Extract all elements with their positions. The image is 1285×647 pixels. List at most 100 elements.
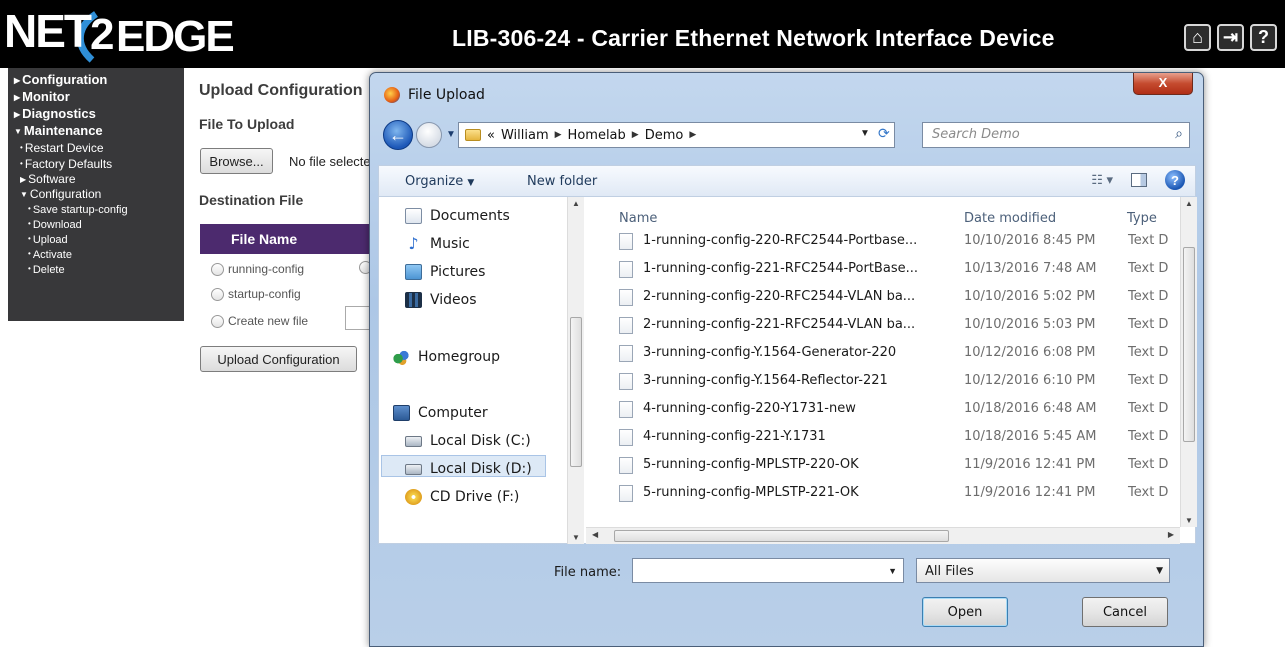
radio-startup-config[interactable]: startup-config xyxy=(211,287,301,301)
change-view-icon[interactable]: ☷ ▾ xyxy=(1091,172,1113,188)
collapsed-arrow-icon: ▶ xyxy=(14,110,21,119)
nav-label: Configuration xyxy=(22,72,108,87)
scroll-down-icon[interactable]: ▼ xyxy=(1185,516,1193,525)
chevron-down-icon[interactable]: ▼ xyxy=(1156,566,1163,576)
file-date: 10/10/2016 5:03 PM xyxy=(964,317,1096,332)
nav-videos[interactable]: Videos xyxy=(405,292,477,308)
text-file-icon xyxy=(619,373,633,390)
nav-item-maintenance[interactable]: ▼ Maintenance xyxy=(14,123,184,140)
breadcrumb-william[interactable]: William xyxy=(501,128,549,143)
nav-item-diagnostics[interactable]: ▶ Diagnostics xyxy=(14,106,184,123)
history-dropdown-icon[interactable]: ▼ xyxy=(446,129,456,140)
nav-item-delete[interactable]: • Delete xyxy=(14,262,184,277)
new-folder-button[interactable]: New folder xyxy=(527,174,597,189)
file-list-vertical-scrollbar[interactable]: ▲ ▼ xyxy=(1180,197,1197,527)
nav-music[interactable]: ♪ Music xyxy=(405,236,469,253)
nav-local-disk-c[interactable]: Local Disk (C:) xyxy=(405,433,531,449)
nav-item-configuration[interactable]: ▶ Configuration xyxy=(14,72,184,89)
firefox-icon xyxy=(384,87,400,103)
nav-computer[interactable]: Computer xyxy=(393,405,488,421)
address-dropdown-icon[interactable]: ▼ xyxy=(860,128,870,139)
file-type-filter[interactable]: All Files ▼ xyxy=(916,558,1170,583)
scroll-down-icon[interactable]: ▼ xyxy=(572,533,580,542)
forward-arrow-icon[interactable] xyxy=(416,122,442,148)
chevron-down-icon[interactable]: ▼ xyxy=(888,566,897,576)
nav-item-save-startup-config[interactable]: • Save startup-config xyxy=(14,202,184,217)
help-icon[interactable]: ? xyxy=(1250,24,1277,51)
scroll-right-icon[interactable]: ▶ xyxy=(1168,530,1174,539)
home-icon[interactable]: ⌂ xyxy=(1184,24,1211,51)
search-icon[interactable]: ⌕ xyxy=(1175,126,1183,142)
help-icon[interactable]: ? xyxy=(1165,170,1185,190)
nav-documents[interactable]: Documents xyxy=(405,208,510,224)
nav-item-monitor[interactable]: ▶ Monitor xyxy=(14,89,184,106)
open-button[interactable]: Open xyxy=(922,597,1008,627)
back-arrow-icon[interactable]: ← xyxy=(383,120,413,150)
file-row[interactable]: 3-running-config-Y.1564-Generator-220 10/… xyxy=(619,341,1174,369)
upload-configuration-button[interactable]: Upload Configuration xyxy=(200,346,357,372)
text-file-icon xyxy=(619,317,633,334)
nav-homegroup[interactable]: Homegroup xyxy=(393,349,500,365)
breadcrumb-arrow-icon[interactable]: ▶ xyxy=(689,130,696,140)
scroll-thumb[interactable] xyxy=(1183,247,1195,442)
breadcrumb-overflow[interactable]: « xyxy=(487,128,495,143)
disk-icon xyxy=(405,435,422,447)
breadcrumb-homelab[interactable]: Homelab xyxy=(568,128,626,143)
preview-pane-icon[interactable] xyxy=(1131,173,1147,187)
text-file-icon xyxy=(619,485,633,502)
filter-value: All Files xyxy=(925,564,974,579)
nav-label: Configuration xyxy=(29,187,102,201)
file-row[interactable]: 4-running-config-220-Y1731-new 10/18/2016… xyxy=(619,397,1174,425)
breadcrumb-arrow-icon[interactable]: ▶ xyxy=(555,130,562,140)
scroll-up-icon[interactable]: ▲ xyxy=(1185,199,1193,208)
breadcrumb-arrow-icon[interactable]: ▶ xyxy=(632,130,639,140)
text-file-icon xyxy=(619,261,633,278)
nav-local-disk-d[interactable]: Local Disk (D:) xyxy=(405,461,532,477)
file-row[interactable]: 2-running-config-221-RFC2544-VLAN ba... 1… xyxy=(619,313,1174,341)
nav-item-download[interactable]: • Download xyxy=(14,217,184,232)
close-button[interactable]: X xyxy=(1133,73,1193,95)
refresh-icon[interactable]: ⟳ xyxy=(878,125,890,142)
file-row[interactable]: 1-running-config-221-RFC2544-PortBase...… xyxy=(619,257,1174,285)
radio-running-config[interactable]: running-config xyxy=(211,262,304,276)
cancel-button[interactable]: Cancel xyxy=(1082,597,1168,627)
expanded-arrow-icon: ▼ xyxy=(20,190,28,199)
file-row[interactable]: 1-running-config-220-RFC2544-Portbase...… xyxy=(619,229,1174,257)
radio-button[interactable] xyxy=(211,287,224,301)
file-name-input[interactable]: ▼ xyxy=(632,558,904,583)
column-name[interactable]: Name xyxy=(619,211,657,226)
nav-pane-scrollbar[interactable]: ▲ ▼ xyxy=(567,197,584,544)
scroll-left-icon[interactable]: ◀ xyxy=(592,530,598,539)
nav-item-activate[interactable]: • Activate xyxy=(14,247,184,262)
radio-create-new-file[interactable]: Create new file xyxy=(211,314,308,328)
bullet-icon: • xyxy=(20,159,23,168)
column-date-modified[interactable]: Date modified xyxy=(964,211,1056,226)
file-row[interactable]: 5-running-config-MPLSTP-220-OK 11/9/2016 … xyxy=(619,453,1174,481)
nav-item-configuration-sub[interactable]: ▼ Configuration xyxy=(14,187,184,202)
breadcrumb-demo[interactable]: Demo xyxy=(645,128,684,143)
scroll-up-icon[interactable]: ▲ xyxy=(572,199,580,208)
file-row[interactable]: 4-running-config-221-Y.1731 10/18/2016 5:… xyxy=(619,425,1174,453)
address-bar[interactable]: « William ▶ Homelab ▶ Demo ▶ xyxy=(458,122,895,148)
file-list-horizontal-scrollbar[interactable]: ◀ ▶ xyxy=(586,527,1180,544)
radio-button[interactable] xyxy=(211,262,224,276)
nav-pictures[interactable]: Pictures xyxy=(405,264,485,280)
nav-item-upload[interactable]: • Upload xyxy=(14,232,184,247)
file-row[interactable]: 2-running-config-220-RFC2544-VLAN ba... 1… xyxy=(619,285,1174,313)
scroll-thumb[interactable] xyxy=(614,530,949,542)
nav-item-factory-defaults[interactable]: • Factory Defaults xyxy=(14,156,184,172)
nav-item-software[interactable]: ▶ Software xyxy=(14,172,184,187)
browse-button[interactable]: Browse... xyxy=(200,148,273,174)
organize-menu[interactable]: Organize ▼ xyxy=(405,174,474,189)
search-input[interactable]: Search Demo ⌕ xyxy=(922,122,1190,148)
column-type[interactable]: Type xyxy=(1127,211,1157,226)
file-row[interactable]: 3-running-config-Y.1564-Reflector-221 10/… xyxy=(619,369,1174,397)
file-row[interactable]: 5-running-config-MPLSTP-221-OK 11/9/2016 … xyxy=(619,481,1174,509)
logout-icon[interactable]: ⇥ xyxy=(1217,24,1244,51)
nav-cd-drive-f[interactable]: CD Drive (F:) xyxy=(405,489,519,505)
logo-edge-text: EDGE xyxy=(116,12,235,61)
nav-item-restart-device[interactable]: • Restart Device xyxy=(14,140,184,156)
nav-label: Download xyxy=(32,219,82,231)
radio-button[interactable] xyxy=(211,314,224,328)
scroll-thumb[interactable] xyxy=(570,317,582,467)
